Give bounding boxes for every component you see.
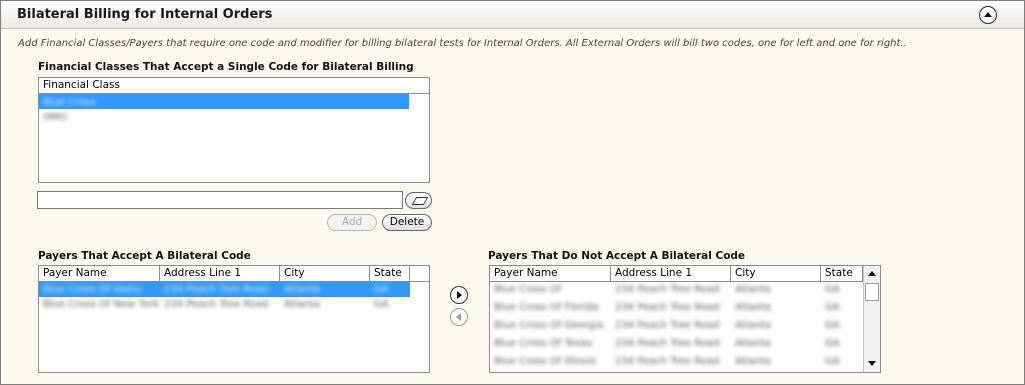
financial-class-input[interactable] <box>37 191 403 209</box>
column-header-payer-name[interactable]: Payer Name <box>39 266 160 281</box>
city-cell: Atlanta <box>735 320 771 331</box>
state-cell: GA <box>825 356 840 367</box>
state-cell: GA <box>825 320 840 331</box>
arrow-left-icon[interactable] <box>450 308 468 326</box>
panel-description: Add Financial Classes/Payers that requir… <box>18 38 907 49</box>
scroll-up-icon[interactable] <box>864 266 880 282</box>
payer-name-cell: Blue Cross Of Texas <box>494 338 593 349</box>
state-cell: GA <box>374 284 389 295</box>
table-row[interactable]: Blue Cross Of Georgia 234 Peach Tree Roa… <box>490 318 880 336</box>
city-cell: Atlanta <box>284 299 320 310</box>
table-header: Payer Name Address Line 1 City State <box>490 266 863 282</box>
address-cell: 234 Peach Tree Road <box>615 338 720 349</box>
list-item[interactable]: HMO <box>39 109 429 124</box>
table-row[interactable]: Blue Cross Of 234 Peach Tree Road Atlant… <box>490 282 880 300</box>
address-cell: 234 Peach Tree Road <box>615 320 720 331</box>
scroll-down-icon[interactable] <box>864 356 880 372</box>
address-cell: 234 Peach Tree Road <box>164 299 269 310</box>
payers-accept-table[interactable]: Payer Name Address Line 1 City State Blu… <box>38 265 430 373</box>
column-header-state[interactable]: State <box>821 266 863 281</box>
column-header-city[interactable]: City <box>731 266 821 281</box>
payer-name-cell: Blue Cross Of Idaho <box>43 284 142 295</box>
address-cell: 234 Peach Tree Road <box>615 284 720 295</box>
financial-class-name: HMO <box>43 112 68 123</box>
state-cell: GA <box>825 338 840 349</box>
address-cell: 234 Peach Tree Road <box>164 284 269 295</box>
payers-accept-label: Payers That Accept A Bilateral Code <box>38 250 251 262</box>
list-item[interactable]: Blue Cross <box>39 94 409 109</box>
column-header-financial-class[interactable]: Financial Class <box>39 78 429 93</box>
delete-button[interactable]: Delete <box>382 214 432 231</box>
payers-not-accept-label: Payers That Do Not Accept A Bilateral Co… <box>488 250 746 262</box>
state-cell: GA <box>825 284 840 295</box>
panel-title: Bilateral Billing for Internal Orders <box>17 7 273 22</box>
panel-header: Bilateral Billing for Internal Orders <box>1 1 1024 29</box>
bilateral-billing-panel: Bilateral Billing for Internal Orders Ad… <box>0 0 1025 385</box>
column-header-address[interactable]: Address Line 1 <box>611 266 731 281</box>
add-button[interactable]: Add <box>327 214 377 231</box>
table-row[interactable]: Blue Cross Of Illinois 234 Peach Tree Ro… <box>490 354 880 372</box>
table-row[interactable]: Blue Cross Of Florida 234 Peach Tree Roa… <box>490 300 880 318</box>
city-cell: Atlanta <box>735 356 771 367</box>
financial-classes-label: Financial Classes That Accept a Single C… <box>38 61 414 73</box>
column-header-payer-name[interactable]: Payer Name <box>490 266 611 281</box>
vertical-scrollbar[interactable] <box>863 266 880 372</box>
table-header: Payer Name Address Line 1 City State <box>39 266 429 282</box>
financial-class-header: Financial Class <box>39 78 429 94</box>
payer-name-cell: Blue Cross Of New York <box>43 299 160 310</box>
scrollbar-thumb[interactable] <box>865 283 879 301</box>
financial-class-listbox[interactable]: Financial Class Blue Cross HMO <box>38 77 430 183</box>
city-cell: Atlanta <box>735 338 771 349</box>
table-row[interactable]: Blue Cross Of New York 234 Peach Tree Ro… <box>39 297 429 325</box>
state-cell: GA <box>374 299 389 310</box>
address-cell: 234 Peach Tree Road <box>615 356 720 367</box>
city-cell: Atlanta <box>735 284 771 295</box>
payer-name-cell: Blue Cross Of Georgia <box>494 320 604 331</box>
column-header-city[interactable]: City <box>280 266 370 281</box>
payer-name-cell: Blue Cross Of Florida <box>494 302 599 313</box>
city-cell: Atlanta <box>735 302 771 313</box>
state-cell: GA <box>825 302 840 313</box>
payer-name-cell: Blue Cross Of <box>494 284 562 295</box>
payer-name-cell: Blue Cross Of Illinois <box>494 356 597 367</box>
column-header-state[interactable]: State <box>370 266 410 281</box>
financial-class-name: Blue Cross <box>43 97 96 108</box>
arrow-right-icon[interactable] <box>450 286 468 304</box>
table-row[interactable]: Blue Cross Of Idaho 234 Peach Tree Road … <box>39 282 410 297</box>
eraser-icon[interactable] <box>405 192 432 209</box>
column-header-address[interactable]: Address Line 1 <box>160 266 280 281</box>
city-cell: Atlanta <box>284 284 320 295</box>
address-cell: 234 Peach Tree Road <box>615 302 720 313</box>
payers-not-accept-table[interactable]: Payer Name Address Line 1 City State Blu… <box>489 265 881 373</box>
collapse-up-icon[interactable] <box>979 6 997 24</box>
table-row[interactable]: Blue Cross Of Texas 234 Peach Tree Road … <box>490 336 880 354</box>
